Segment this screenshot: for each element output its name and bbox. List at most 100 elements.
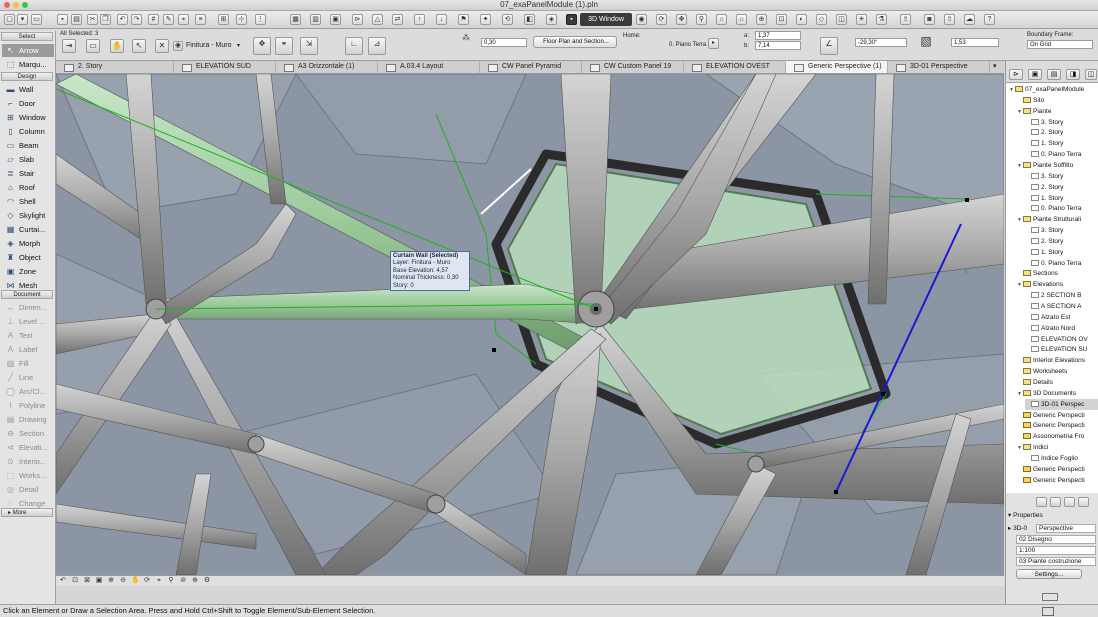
scheme-icon[interactable]: ⊿ [368, 37, 386, 55]
navigator-item[interactable]: 2. Story [1025, 182, 1098, 193]
status-panel-icon[interactable] [1042, 607, 1054, 616]
walk-icon[interactable]: ⚲ [696, 14, 707, 25]
publish-icon[interactable]: ⇧ [944, 14, 955, 25]
select-section-header[interactable]: Select [1, 32, 53, 41]
distribute-icon[interactable]: ⊞ [218, 14, 229, 25]
renovation-icon[interactable]: ⟲ [502, 14, 513, 25]
navigator-item[interactable]: 2 SECTION B [1025, 290, 1098, 301]
navigator-item[interactable]: Generic Perspecti [1017, 475, 1098, 486]
explore-icon[interactable]: ✥ [676, 14, 687, 25]
zoom-fit-icon[interactable]: ⊕ [191, 577, 199, 585]
mark-up-icon[interactable]: ✦ [480, 14, 491, 25]
navigator-item[interactable]: 1. Story [1025, 138, 1098, 149]
tab-overflow-chevron-icon[interactable]: ▾ [990, 61, 1004, 73]
navigator-item[interactable]: ▼ 3D Documents [1017, 388, 1098, 399]
orbit-view-icon[interactable]: ⟳ [143, 577, 151, 585]
navigator-item[interactable]: Alzato Nord [1025, 323, 1098, 334]
tool-door[interactable]: ⌐ Door [2, 97, 54, 110]
trace-icon[interactable]: ⇄ [392, 14, 403, 25]
guide-lines-icon[interactable]: ⊹ [236, 14, 247, 25]
zoom-window-icon[interactable] [22, 2, 28, 8]
panel-toggle-icon[interactable] [1042, 593, 1058, 601]
navigator-item[interactable]: 3. Story [1025, 117, 1098, 128]
navigator-item[interactable]: ▼ 07_exaPanelModule [1009, 84, 1098, 95]
tool-zone[interactable]: ▣ Zone [2, 265, 54, 278]
b-dimension-field[interactable]: 7,14 [755, 41, 801, 50]
display-options-icon[interactable]: ◧ [524, 14, 535, 25]
sun-icon[interactable]: ☀ [856, 14, 867, 25]
navigator-item[interactable]: Generic Perspecti [1017, 420, 1098, 431]
curtain-wall-grid-icon[interactable]: ⚭ [275, 37, 293, 55]
navigator-item[interactable]: ELEVATION OV [1025, 334, 1098, 345]
navigator-item[interactable]: ELEVATION SU [1025, 344, 1098, 355]
tab-2-story[interactable]: 2. Story [56, 61, 174, 73]
navigator-item[interactable]: Interior Elevations [1017, 355, 1098, 366]
navigator-item[interactable]: Worksheets [1017, 366, 1098, 377]
navigator-item[interactable]: 2. Story [1025, 127, 1098, 138]
tool-roof[interactable]: ⌂ Roof [2, 181, 54, 194]
tab-a03-4-layout[interactable]: A.03.4 Layout [378, 61, 480, 73]
open-folder-icon[interactable]: ▭ [31, 14, 42, 25]
navigator-item[interactable]: 2. Story [1025, 236, 1098, 247]
walk-view-icon[interactable]: ⚲ [167, 577, 175, 585]
tab-cw-custom-panel-19[interactable]: CW Custom Panel 19 [582, 61, 684, 73]
navigator-item[interactable]: Indice Foglio [1025, 453, 1098, 464]
tab-elevation-ovest[interactable]: ELEVATION OVEST [684, 61, 786, 73]
story-stepper-icon[interactable]: ▸ [708, 38, 719, 49]
tool-stair[interactable]: ≣ Stair [2, 167, 54, 180]
home-view-icon[interactable]: ⌂ [716, 14, 727, 25]
close-window-icon[interactable] [4, 2, 10, 8]
boundary-frame-dropdown[interactable]: On Grid [1027, 40, 1093, 49]
project-map-icon[interactable]: ⊳ [1009, 69, 1023, 80]
wireframe-mode-icon[interactable]: ◇ [816, 14, 827, 25]
navigator-item[interactable]: 0. Piano Terra [1025, 203, 1098, 214]
document-section-header[interactable]: Document [1, 290, 53, 299]
shape-icon[interactable]: ▭ [86, 39, 100, 53]
view-name-field[interactable]: Perspective [1036, 524, 1096, 533]
undo-icon[interactable]: ↶ [117, 14, 128, 25]
navigator-item[interactable]: ▼ Elevations [1017, 279, 1098, 290]
tool-object[interactable]: ♜ Object [2, 251, 54, 264]
navigator-item[interactable]: 3. Story [1025, 171, 1098, 182]
layers-icon[interactable]: ▦ [290, 14, 301, 25]
story-up-icon[interactable]: ↑ [414, 14, 425, 25]
floor-plan-icon[interactable]: ▪ [566, 14, 577, 25]
tool-line[interactable]: ╱ Line [2, 371, 54, 384]
navigator-item[interactable]: 0. Piano Terra [1025, 258, 1098, 269]
angle-field[interactable]: -29,30° [855, 38, 907, 47]
layer-visibility-icon[interactable]: ◉ [173, 41, 183, 51]
3d-window-button[interactable]: 3D Window [580, 13, 632, 26]
tool-elevation[interactable]: ⊲ Elevati... [2, 441, 54, 454]
explore-view-icon[interactable]: ⌖ [155, 577, 163, 585]
filter-icon[interactable]: ⚗ [876, 14, 887, 25]
teamwork-icon[interactable]: ⚑ [458, 14, 469, 25]
bim-server-icon[interactable]: ☁ [964, 14, 975, 25]
zoom-in-icon[interactable]: ⊕ [107, 577, 115, 585]
align-icon[interactable]: ≡ [195, 14, 206, 25]
delete-view-icon[interactable] [1078, 497, 1089, 507]
tab-generic-perspective[interactable]: Generic Perspective (1) [786, 61, 888, 73]
zoom-region-icon[interactable]: ⊕ [756, 14, 767, 25]
tool-arc[interactable]: ◯ Arc/Cl... [2, 385, 54, 398]
3d-viewport[interactable] [56, 74, 1004, 575]
zoom-out-icon[interactable]: ⊖ [119, 577, 127, 585]
navigator-item[interactable]: A SECTION A [1025, 301, 1098, 312]
navigator-item[interactable]: Sections [1017, 268, 1098, 279]
tool-curtain-wall[interactable]: ▦ Curtai... [2, 223, 54, 236]
sub-element-icon[interactable]: ✕ [155, 39, 169, 53]
navigator-item[interactable]: 1. Story [1025, 247, 1098, 258]
navigator-item[interactable]: 3. Story [1025, 225, 1098, 236]
layer-chevron-icon[interactable]: ▾ [237, 42, 240, 50]
drawing-field[interactable]: 02 Disegno [1016, 535, 1096, 544]
tool-skylight[interactable]: ◇ Skylight [2, 209, 54, 222]
tool-shell[interactable]: ◠ Shell [2, 195, 54, 208]
tool-worksheet[interactable]: ⬚ Works... [2, 469, 54, 482]
filter-cut-icon[interactable]: ⊘ [179, 577, 187, 585]
print-icon[interactable]: ▤ [71, 14, 82, 25]
new-dropdown-icon[interactable]: ▾ [17, 14, 28, 25]
tool-interior-elevation[interactable]: ⊙ Interio... [2, 455, 54, 468]
tool-dimension[interactable]: ↔ Dimen... [2, 301, 54, 314]
3d-settings-icon[interactable]: ◈ [546, 14, 557, 25]
quick-options-icon[interactable]: ⚙ [203, 577, 211, 585]
layout-book-icon[interactable]: ▤ [1047, 69, 1061, 80]
